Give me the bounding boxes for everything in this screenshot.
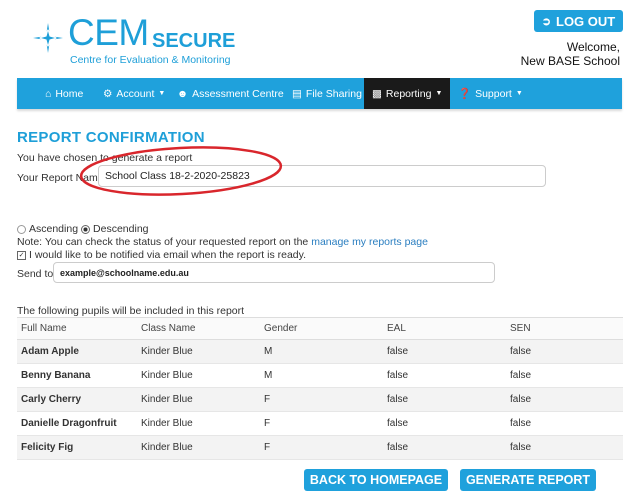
home-icon: ⌂ xyxy=(45,87,52,100)
chosen-report-text: You have chosen to generate a report xyxy=(17,152,193,164)
notify-row: ✓ I would like to be notified via email … xyxy=(17,249,306,261)
cell-eal: false xyxy=(383,339,506,364)
cell-sen: false xyxy=(506,363,623,388)
cell-eal: false xyxy=(383,411,506,436)
descending-label: Descending xyxy=(93,223,149,235)
cell-class-name: Kinder Blue xyxy=(137,387,260,412)
nav-file-sharing-label: File Sharing xyxy=(305,87,362,100)
table-row: Adam Apple Kinder Blue M false false xyxy=(17,339,623,364)
cell-eal: false xyxy=(383,387,506,412)
cell-sen: false xyxy=(506,435,623,460)
welcome-line1: Welcome, xyxy=(566,40,620,54)
sign-out-icon: ➲ xyxy=(541,15,551,28)
nav-support-label: Support xyxy=(475,87,512,100)
status-note: Note: You can check the status of your r… xyxy=(17,236,428,248)
sort-order-group: Ascending Descending xyxy=(17,223,149,235)
nav-account-label: Account xyxy=(116,87,155,100)
table-row: Carly Cherry Kinder Blue F false false xyxy=(17,387,623,412)
chevron-down-icon: ▼ xyxy=(515,90,523,97)
logout-button[interactable]: ➲ LOG OUT xyxy=(534,10,623,32)
pupils-caption: The following pupils will be included in… xyxy=(17,305,245,317)
column-header-full-name: Full Name xyxy=(17,317,137,340)
manage-reports-link[interactable]: manage my reports page xyxy=(311,236,428,248)
page-title: REPORT CONFIRMATION xyxy=(17,129,205,146)
welcome-message: Welcome, New BASE School xyxy=(521,40,620,68)
cell-full-name: Felicity Fig xyxy=(17,435,137,460)
cell-eal: false xyxy=(383,363,506,388)
nav-home[interactable]: ⌂ Home xyxy=(45,78,83,109)
cell-full-name: Benny Banana xyxy=(17,363,137,388)
column-header-class-name: Class Name xyxy=(137,317,260,340)
notify-checkbox[interactable]: ✓ xyxy=(17,250,26,260)
table-row: Benny Banana Kinder Blue M false false xyxy=(17,363,623,388)
logout-label: LOG OUT xyxy=(556,13,616,29)
logo-tagline: Centre for Evaluation & Monitoring xyxy=(70,54,231,66)
cell-class-name: Kinder Blue xyxy=(137,435,260,460)
chevron-down-icon: ▼ xyxy=(435,90,443,97)
nav-account[interactable]: ⚙ Account ▼ xyxy=(103,78,165,109)
chevron-down-icon: ▼ xyxy=(158,90,166,97)
nav-assessment-label: Assessment Centre xyxy=(192,87,284,100)
column-header-gender: Gender xyxy=(260,317,383,340)
cell-eal: false xyxy=(383,435,506,460)
cell-sen: false xyxy=(506,387,623,412)
column-header-eal: EAL xyxy=(383,317,506,340)
cell-gender: F xyxy=(260,435,383,460)
logo-secure-text: SECURE xyxy=(152,30,236,52)
nav-file-sharing[interactable]: ▤ File Sharing xyxy=(292,78,362,109)
report-name-input[interactable]: School Class 18-2-2020-25823 xyxy=(98,165,546,187)
nav-home-label: Home xyxy=(55,87,84,100)
cell-sen: false xyxy=(506,339,623,364)
cell-gender: M xyxy=(260,339,383,364)
cell-full-name: Adam Apple xyxy=(17,339,137,364)
cell-gender: F xyxy=(260,411,383,436)
users-icon: ☻ xyxy=(177,87,189,100)
welcome-school-name: New BASE School xyxy=(520,54,620,68)
cell-class-name: Kinder Blue xyxy=(137,363,260,388)
cell-class-name: Kinder Blue xyxy=(137,339,260,364)
logo-cem-text: CEM xyxy=(68,12,149,53)
nav-assessment-centre[interactable]: ☻ Assessment Centre xyxy=(177,78,284,109)
cell-gender: F xyxy=(260,387,383,412)
column-header-sen: SEN xyxy=(506,317,623,340)
cell-full-name: Danielle Dragonfruit xyxy=(17,411,137,436)
file-icon: ▤ xyxy=(292,87,302,100)
table-row: Felicity Fig Kinder Blue F false false xyxy=(17,435,623,460)
question-icon: ❓ xyxy=(458,88,472,100)
status-note-text: Note: You can check the status of your r… xyxy=(17,236,309,248)
table-row: Danielle Dragonfruit Kinder Blue F false… xyxy=(17,411,623,436)
nav-reporting-label: Reporting xyxy=(385,87,432,100)
descending-radio[interactable] xyxy=(81,224,91,234)
report-name-value: School Class 18-2-2020-25823 xyxy=(105,170,250,182)
cell-full-name: Carly Cherry xyxy=(17,387,137,412)
notify-label: I would like to be notified via email wh… xyxy=(29,249,307,261)
report-name-label: Your Report Name xyxy=(17,172,104,184)
main-nav: ⌂ Home ⚙ Account ▼ ☻ Assessment Centre ▤… xyxy=(17,78,622,109)
nav-reporting[interactable]: ▩ Reporting ▼ xyxy=(364,78,451,109)
table-header-row: Full Name Class Name Gender EAL SEN xyxy=(17,317,623,340)
cem-star-logo-icon xyxy=(33,23,63,53)
pupils-table: Full Name Class Name Gender EAL SEN Adam… xyxy=(17,317,623,460)
cell-gender: M xyxy=(260,363,383,388)
send-to-label: Send to xyxy=(17,268,54,280)
ascending-label: Ascending xyxy=(29,223,79,235)
gear-icon: ⚙ xyxy=(103,87,113,100)
cell-class-name: Kinder Blue xyxy=(137,411,260,436)
nav-support[interactable]: ❓ Support ▼ xyxy=(458,78,523,109)
bar-chart-icon: ▩ xyxy=(372,87,382,100)
cell-sen: false xyxy=(506,411,623,436)
send-to-email-value: example@schoolname.edu.au xyxy=(60,267,189,278)
send-to-email-input[interactable]: example@schoolname.edu.au xyxy=(53,262,495,283)
ascending-radio[interactable] xyxy=(17,224,26,234)
header: CEM SECURE Centre for Evaluation & Monit… xyxy=(0,0,630,78)
